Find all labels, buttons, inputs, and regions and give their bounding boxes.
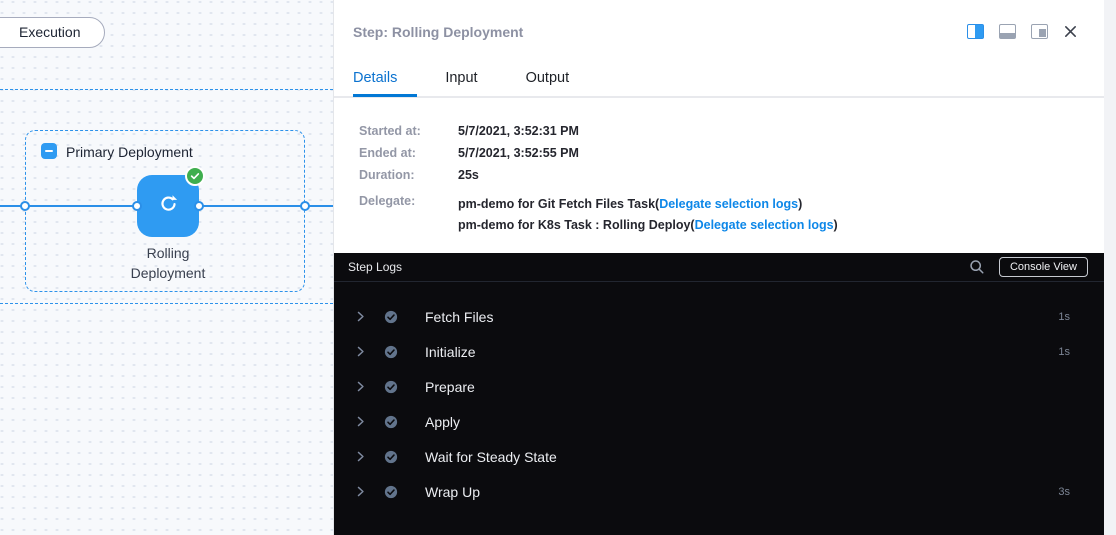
step-logs-header: Step Logs Console View <box>334 253 1104 282</box>
collapse-group-icon[interactable] <box>41 143 57 159</box>
detail-value: 25s <box>458 168 1076 182</box>
step-logs-title: Step Logs <box>348 260 402 274</box>
log-step-label: Initialize <box>425 344 476 360</box>
console-view-button[interactable]: Console View <box>999 257 1088 277</box>
check-circle-icon <box>384 310 398 324</box>
chevron-right-icon[interactable] <box>354 380 370 393</box>
log-step-duration: 1s <box>1058 346 1070 358</box>
connection-point <box>194 201 204 211</box>
tab-output[interactable]: Output <box>526 70 570 86</box>
connection-point <box>132 201 142 211</box>
log-step-label: Wait for Steady State <box>425 449 557 465</box>
log-row[interactable]: Wait for Steady State <box>334 439 1104 474</box>
node-label: Rolling Deployment <box>108 243 228 283</box>
log-row[interactable]: Fetch Files 1s <box>334 299 1104 334</box>
check-circle-icon <box>384 380 398 394</box>
step-details: Started at: 5/7/2021, 3:52:31 PM Ended a… <box>359 124 1076 236</box>
stage-boundary-top <box>0 89 333 90</box>
chevron-right-icon[interactable] <box>354 450 370 463</box>
split-right-icon[interactable] <box>967 24 984 39</box>
chevron-right-icon[interactable] <box>354 310 370 323</box>
execution-tab[interactable]: Execution <box>0 17 105 48</box>
log-step-label: Fetch Files <box>425 309 493 325</box>
delegate-line: pm-demo for Git Fetch Files Task(Delegat… <box>458 194 1076 215</box>
tab-details[interactable]: Details <box>353 70 397 86</box>
delegate-line: pm-demo for K8s Task : Rolling Deploy(De… <box>458 215 1076 236</box>
refresh-icon <box>157 192 180 220</box>
success-check-icon <box>185 166 205 186</box>
connection-point <box>300 201 310 211</box>
close-icon[interactable] <box>1063 24 1078 39</box>
log-row[interactable]: Initialize 1s <box>334 334 1104 369</box>
check-circle-icon <box>384 450 398 464</box>
group-label: Primary Deployment <box>66 144 193 160</box>
detail-value: 5/7/2021, 3:52:31 PM <box>458 124 1076 138</box>
check-circle-icon <box>384 415 398 429</box>
log-step-label: Prepare <box>425 379 475 395</box>
panel-title: Step: Rolling Deployment <box>353 24 523 40</box>
search-icon[interactable] <box>969 259 985 275</box>
pipeline-canvas[interactable]: Execution Primary Deployment Rolling Dep… <box>0 0 333 535</box>
delegate-suffix: ) <box>834 218 838 232</box>
log-rows: Fetch Files 1s Initialize 1s Prepare App… <box>334 299 1104 509</box>
detail-label: Ended at: <box>359 146 458 160</box>
panel-actions <box>967 24 1078 39</box>
connection-point <box>20 201 30 211</box>
check-circle-icon <box>384 485 398 499</box>
delegate-text: pm-demo for Git Fetch Files Task( <box>458 197 659 211</box>
log-row[interactable]: Prepare <box>334 369 1104 404</box>
chevron-right-icon[interactable] <box>354 415 370 428</box>
stage-boundary-bottom <box>0 303 333 304</box>
log-row[interactable]: Apply <box>334 404 1104 439</box>
log-step-label: Apply <box>425 414 460 430</box>
log-step-duration: 3s <box>1058 486 1070 498</box>
log-step-label: Wrap Up <box>425 484 480 500</box>
detail-label: Duration: <box>359 168 458 182</box>
step-logs-panel: Step Logs Console View Fetch Files 1s <box>334 253 1104 535</box>
tab-input[interactable]: Input <box>445 70 477 86</box>
delegate-text: pm-demo for K8s Task : Rolling Deploy( <box>458 218 695 232</box>
split-corner-icon[interactable] <box>1031 24 1048 39</box>
active-tab-underline <box>353 94 417 97</box>
chevron-right-icon[interactable] <box>354 345 370 358</box>
log-row[interactable]: Wrap Up 3s <box>334 474 1104 509</box>
tab-divider <box>334 96 1104 98</box>
chevron-right-icon[interactable] <box>354 485 370 498</box>
log-step-duration: 1s <box>1058 311 1070 323</box>
delegate-selection-logs-link[interactable]: Delegate selection logs <box>659 197 798 211</box>
delegate-suffix: ) <box>798 197 802 211</box>
delegate-selection-logs-link[interactable]: Delegate selection logs <box>695 218 834 232</box>
step-details-panel: Step: Rolling Deployment Details Input O… <box>333 0 1116 535</box>
panel-tabs: Details Input Output <box>353 70 569 86</box>
check-circle-icon <box>384 345 398 359</box>
detail-label: Started at: <box>359 124 458 138</box>
detail-value: 5/7/2021, 3:52:55 PM <box>458 146 1076 160</box>
detail-label: Delegate: <box>359 194 458 236</box>
split-bottom-icon[interactable] <box>999 24 1016 39</box>
execution-tab-label: Execution <box>19 24 80 40</box>
panel-scrollbar[interactable] <box>1104 0 1116 535</box>
